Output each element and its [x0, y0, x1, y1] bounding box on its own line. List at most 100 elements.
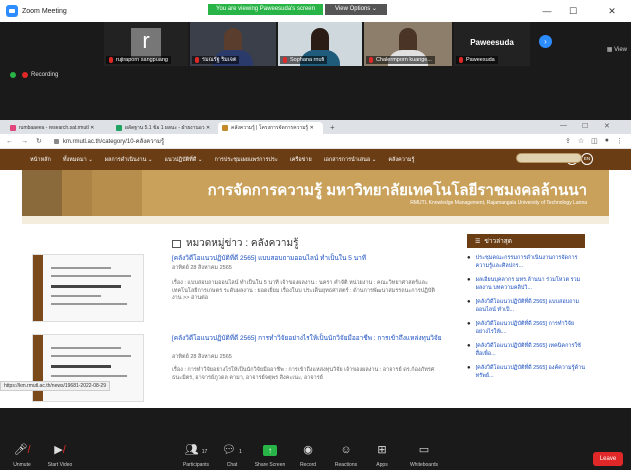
nav-item-best-practice[interactable]: แนวปฏิบัติที่ดี ⌄: [165, 156, 203, 164]
site-search-input[interactable]: [516, 153, 582, 163]
nav-item-knowledge[interactable]: คลังความรู้: [388, 156, 414, 164]
muted-mic-icon: [459, 57, 463, 63]
post-date: อาทิตย์ 28 สิงหาคม 2565: [172, 265, 232, 271]
banner-title: การจัดการความรู้ มหาวิทยาลัยเทคโนโลยีราช…: [207, 182, 587, 199]
participant-name: rujiraporn sangpuang: [116, 57, 168, 63]
profile-icon[interactable]: ●: [605, 137, 609, 145]
forward-icon[interactable]: →: [21, 138, 28, 145]
minimize-icon[interactable]: —: [535, 0, 559, 22]
site-banner: การจัดการความรู้ มหาวิทยาลัยเทคโนโลยีราช…: [22, 170, 609, 216]
participant-tile[interactable]: Chalermporn kuange...: [364, 22, 452, 66]
participant-tile[interactable]: Paweesuda Paweesuda: [454, 22, 530, 66]
muted-mic-icon: [109, 57, 113, 63]
participant-tile[interactable]: รมณรัฐ ริมเจต: [190, 22, 276, 66]
close-icon[interactable]: ✕: [600, 0, 624, 22]
bullet-icon: ●: [467, 255, 471, 261]
post-excerpt: เรื่อง : แบบสอบถามออนไลน์ ทำเป็นใน 5 นาท…: [172, 280, 435, 301]
apps-icon: ⊞: [377, 444, 387, 456]
new-tab-button[interactable]: +: [324, 122, 341, 134]
whiteboards-button[interactable]: ▭ Whiteboards: [404, 443, 444, 468]
participants-button[interactable]: 👥︎ 17 Participants: [176, 443, 216, 468]
share-screen-button[interactable]: ↑ Share Screen: [250, 443, 290, 468]
apps-button[interactable]: ⊞ Apps: [362, 443, 402, 468]
shared-screen: rumbaaeea - research.sat.rmutl ✕ ผลัดฐาน…: [0, 120, 631, 408]
chat-icon: 💬︎ 1: [222, 444, 242, 456]
latest-news-sidebar: ☰ ข่าวล่าสุด ● ประชุมคณะกรรมการดำเนินงานก…: [467, 234, 585, 380]
participant-name: Paweesuda: [466, 57, 495, 63]
muted-mic-icon: [195, 57, 199, 63]
tab-favicon-icon: [222, 125, 228, 131]
tab-favicon-icon: [10, 125, 16, 131]
nav-item-results[interactable]: ผลการดำเนินงาน ⌄: [105, 156, 153, 164]
nav-item-home[interactable]: หน้าหลัก: [30, 156, 51, 164]
post-thumbnail[interactable]: [32, 254, 144, 322]
recording-label: Recording: [31, 72, 59, 78]
view-button[interactable]: ▦ View: [607, 46, 627, 53]
zoom-title-bar: Zoom Meeting You are viewing Paweesuda's…: [0, 0, 631, 22]
participant-name: Sophana rnufi: [290, 57, 325, 63]
sidebar-news-link[interactable]: ● [คลังวิดีโอแนวปฏิบัติที่ดี 2565] แบบสอบ…: [467, 299, 585, 314]
share-icon[interactable]: ⇪: [565, 137, 571, 145]
browser-maximize-icon[interactable]: ☐: [582, 122, 588, 130]
record-icon: ◉: [303, 444, 313, 456]
zoom-logo-icon: [6, 5, 18, 17]
chat-button[interactable]: 💬︎ 1 Chat: [212, 443, 252, 468]
participant-name: Chalermporn kuange...: [376, 57, 432, 63]
video-strip: r rujiraporn sangpuang รมณรัฐ ริมเจต Sop…: [0, 22, 631, 68]
leave-button[interactable]: Leave: [593, 452, 623, 466]
start-video-button[interactable]: ▶/ Start Video: [40, 443, 80, 468]
nav-item-conference[interactable]: การประชุมเผยแพร่การประ: [214, 156, 277, 164]
menu-dots-icon[interactable]: ⋮: [616, 137, 623, 145]
bookmark-star-icon[interactable]: ☆: [578, 137, 584, 145]
share-banner: You are viewing Paweesuda's screen View …: [208, 4, 387, 15]
nav-item-about[interactable]: ทั้งหมดมา ⌄: [63, 156, 93, 164]
muted-mic-icon: [283, 57, 287, 63]
post-excerpt: เรื่อง : การทำวิจัยอย่างไรให้เป็นนักวิจั…: [172, 367, 435, 381]
browser-close-icon[interactable]: ✕: [604, 122, 610, 130]
address-bar: ← → ↻ km.rmutl.ac.th/category/10-คลังควา…: [0, 134, 631, 149]
post-title-link[interactable]: [คลังวิดีโอแนวปฏิบัติที่ดี 2565] การทำวิ…: [172, 334, 442, 343]
post-title-link[interactable]: [คลังวิดีโอแนวปฏิบัติที่ดี 2565] แบบสอบถ…: [172, 254, 442, 263]
bullet-icon: ●: [467, 277, 471, 283]
bullet-icon: ●: [467, 365, 471, 371]
nav-item-network[interactable]: เครือข่าย: [290, 156, 312, 164]
recording-indicator: Recording: [10, 72, 58, 78]
sidebar-news-link[interactable]: ● [คลังวิดีโอแนวปฏิบัติที่ดี 2565] องค์คว…: [467, 365, 585, 380]
reactions-icon: ☺: [340, 444, 352, 456]
reload-icon[interactable]: ↻: [36, 137, 42, 145]
bullet-icon: ●: [467, 321, 471, 327]
participant-tile[interactable]: r rujiraporn sangpuang: [104, 22, 188, 66]
browser-tab-active[interactable]: คลังความรู้ | โครงการจัดการความรู้ ✕: [218, 122, 323, 134]
lock-icon[interactable]: [53, 138, 59, 144]
next-page-arrow-icon[interactable]: ›: [539, 35, 552, 48]
browser-minimize-icon[interactable]: —: [560, 122, 567, 129]
browser-tab[interactable]: rumbaaeea - research.sat.rmutl ✕: [6, 122, 111, 134]
unmute-button[interactable]: 🎤︎/ Unmute: [2, 443, 42, 468]
post-thumbnail[interactable]: [32, 334, 144, 402]
sidebar-news-link[interactable]: ● [คลังวิดีโอแนวปฏิบัติที่ดี 2565] การทำว…: [467, 321, 585, 336]
mic-muted-icon: 🎤︎/: [13, 444, 31, 456]
share-screen-icon: ↑: [263, 445, 277, 456]
back-icon[interactable]: ←: [6, 138, 13, 145]
participant-big-name: Paweesuda: [470, 38, 514, 47]
url-field[interactable]: km.rmutl.ac.th/category/10-คลังความรู้: [63, 136, 164, 146]
view-options-button[interactable]: View Options ⌄: [325, 4, 387, 15]
category-icon: [172, 239, 181, 248]
record-button[interactable]: ◉ Record: [288, 443, 328, 468]
lang-en-button[interactable]: EN: [581, 153, 593, 165]
participant-tile[interactable]: Sophana rnufi: [278, 22, 362, 66]
post-item: [คลังวิดีโอแนวปฏิบัติที่ดี 2565] การทำวิ…: [22, 334, 442, 408]
security-shield-icon[interactable]: [10, 72, 16, 78]
sidebar-news-link[interactable]: ● ผลเอียนบุคลากร มทร.ล้านนา ร่วมโหวต รวมผ…: [467, 277, 585, 292]
nav-item-presentations[interactable]: เอกสารการนำเสนอ ⌄: [324, 156, 377, 164]
main-content: หมวดหมู่ข่าว : คลังความรู้ [คลังวิดีโอแน…: [22, 224, 609, 408]
browser-tab[interactable]: ผลัดฐาน 5.1 ข้อ 1 ผลนะ - ฝ่ายงานอว ✕: [112, 122, 217, 134]
avatar: r: [131, 28, 161, 58]
reactions-button[interactable]: ☺ Reactions: [326, 443, 366, 468]
tab-favicon-icon: [116, 125, 122, 131]
sidebar-news-link[interactable]: ● ประชุมคณะกรรมการดำเนินงานการจัดการความร…: [467, 255, 585, 270]
participants-icon: 👥︎ 17: [184, 444, 208, 456]
sidepanel-icon[interactable]: ◫: [591, 137, 598, 145]
maximize-icon[interactable]: ☐: [561, 0, 585, 22]
sidebar-news-link[interactable]: ● [คลังวิดีโอแนวปฏิบัติที่ดี 2565] เทคนิค…: [467, 343, 585, 358]
